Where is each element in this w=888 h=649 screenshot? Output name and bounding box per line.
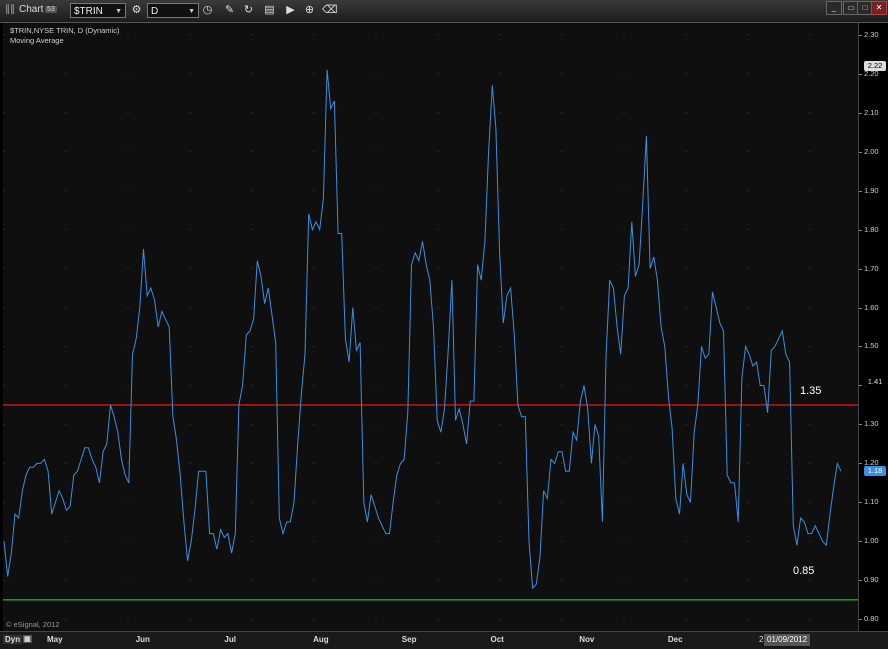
cursor-prefix: 2 xyxy=(759,635,764,644)
chevron-down-icon[interactable]: ▼ xyxy=(115,4,122,19)
x-tick-label: Sep xyxy=(401,635,417,644)
y-tick-label: 1.80 xyxy=(864,224,879,234)
y-tick-mark xyxy=(859,385,862,387)
x-tick-label: Oct xyxy=(490,635,504,644)
y-value-marker: 2.22 xyxy=(864,60,886,71)
plot-area[interactable]: $TRIN,NYSE TRIN, D (Dynamic) Moving Aver… xyxy=(3,23,858,631)
level-label-lower: 0.85 xyxy=(793,565,815,577)
y-tick-mark xyxy=(859,73,862,75)
y-tick-mark xyxy=(859,229,862,231)
symbol-input[interactable]: $TRIN ▼ xyxy=(70,3,126,18)
window-title: Chart xyxy=(19,4,44,15)
y-tick-label: 1.90 xyxy=(864,185,879,195)
chart-window-icon: ∥∥ xyxy=(5,4,15,15)
dyn-label[interactable]: Dyn xyxy=(3,635,23,644)
legend-symbol: $TRIN,NYSE TRIN, D (Dynamic) xyxy=(10,26,120,35)
symbol-value: $TRIN xyxy=(74,6,103,17)
y-tick-mark xyxy=(859,268,862,270)
legend-study: Moving Average xyxy=(10,36,64,45)
y-tick-mark xyxy=(859,463,862,465)
y-tick-mark xyxy=(859,424,862,426)
y-tick-label: 0.80 xyxy=(864,614,879,624)
y-tick-label: 1.30 xyxy=(864,419,879,429)
y-tick-label: 1.60 xyxy=(864,302,879,312)
y-tick-label: 1.50 xyxy=(864,341,879,351)
interval-select[interactable]: D ▼ xyxy=(147,3,199,18)
template-icon[interactable]: ▤ xyxy=(262,3,277,18)
y-tick-mark xyxy=(859,190,862,192)
y-tick-mark xyxy=(859,502,862,504)
y-tick-mark xyxy=(859,346,862,348)
y-tick-mark xyxy=(859,34,862,36)
pencil-icon[interactable]: ✎ xyxy=(222,3,237,18)
chevron-down-icon[interactable]: ▼ xyxy=(188,4,195,19)
y-tick-label: 1.00 xyxy=(864,536,879,546)
toolbar: ∥∥ Chart 53 $TRIN ▼ ⚙ D ▼ ◷ ✎ ↻ ▤ ▶ ⊕ ⌫ … xyxy=(0,0,888,23)
chart-svg xyxy=(3,34,858,620)
y-axis[interactable]: 2.302.202.102.001.901.801.701.601.501.40… xyxy=(858,23,888,631)
level-label-upper: 1.35 xyxy=(800,385,822,397)
y-tick-mark xyxy=(859,619,862,621)
watermark: © eSignal, 2012 xyxy=(6,620,60,629)
play-icon[interactable]: ▶ xyxy=(283,3,298,18)
clock-icon[interactable]: ◷ xyxy=(200,3,215,18)
x-tick-label: May xyxy=(47,635,63,644)
y-tick-label: 1.10 xyxy=(864,497,879,507)
y-tick-label: 2.10 xyxy=(864,107,879,117)
interval-value: D xyxy=(151,6,159,17)
y-tick-label: 1.70 xyxy=(864,263,879,273)
grid-icon[interactable]: ▦ xyxy=(23,635,32,643)
x-tick-label: Jun xyxy=(135,635,150,644)
zoom-icon[interactable]: ⊕ xyxy=(302,3,317,18)
y-tick-label: 2.30 xyxy=(864,29,879,39)
refresh-icon[interactable]: ↻ xyxy=(241,3,256,18)
y-tick-label: 0.90 xyxy=(864,575,879,585)
y-tick-mark xyxy=(859,307,862,309)
trin-series-line[interactable] xyxy=(3,69,842,590)
y-tick-mark xyxy=(859,580,862,582)
y-tick-mark xyxy=(859,112,862,114)
eraser-icon[interactable]: ⌫ xyxy=(322,3,338,18)
y-value-marker: 1.41 xyxy=(864,376,886,387)
x-tick-label: Aug xyxy=(313,635,329,644)
link-gear-icon[interactable]: ⚙ xyxy=(129,3,144,18)
y-tick-mark xyxy=(859,151,862,153)
x-axis[interactable]: Dyn ▦ 2 01/09/2012 May Jun Jul Aug Sep Oct Nov… xyxy=(0,631,888,649)
y-tick-label: 2.00 xyxy=(864,146,879,156)
y-tick-mark xyxy=(859,541,862,543)
x-tick-label: Nov xyxy=(579,635,595,644)
cursor-date: 01/09/2012 xyxy=(764,634,811,646)
x-tick-label: Jul xyxy=(224,635,236,644)
y-value-marker: 1.18 xyxy=(864,466,886,477)
window-badge: 53 xyxy=(45,6,57,13)
close-icon[interactable]: ✕ xyxy=(871,1,887,15)
minimize-icon[interactable]: _ xyxy=(826,1,842,15)
x-tick-label: Dec xyxy=(667,635,683,644)
